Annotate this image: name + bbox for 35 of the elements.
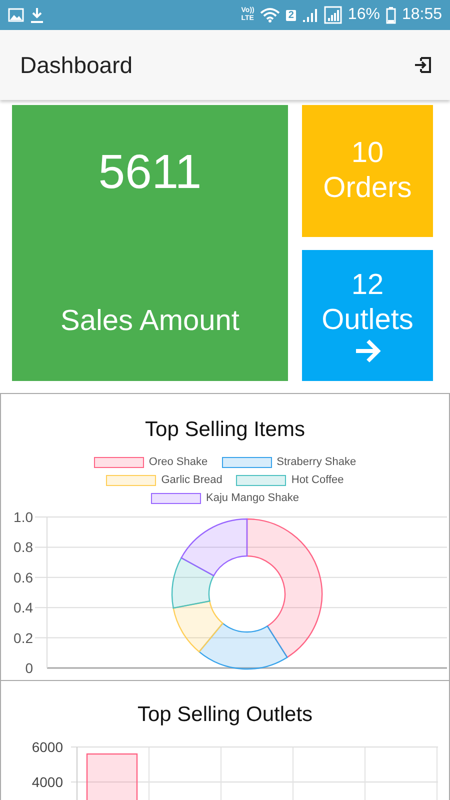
axis-label: 6000 bbox=[32, 739, 63, 755]
stat-tile[interactable]: 12 Outlets bbox=[302, 250, 433, 381]
signal-icon bbox=[324, 6, 342, 24]
battery-icon bbox=[386, 6, 396, 24]
image-icon bbox=[8, 8, 24, 22]
stat-label: Outlets bbox=[322, 302, 414, 338]
axis-label: 4000 bbox=[32, 774, 63, 790]
clock: 18:55 bbox=[402, 6, 442, 24]
bar bbox=[86, 753, 138, 800]
legend-label: Garlic Bread bbox=[161, 474, 222, 486]
arrow-right-icon bbox=[354, 338, 382, 364]
legend-label: Oreo Shake bbox=[148, 456, 208, 468]
axis-label: 0.4 bbox=[14, 600, 33, 616]
wifi-icon bbox=[260, 7, 280, 23]
sim-badge: 2 bbox=[286, 10, 296, 20]
legend-label: Kaju Mango Shake bbox=[206, 492, 299, 504]
battery-percent: 16% bbox=[348, 6, 380, 24]
logout-icon bbox=[414, 56, 432, 74]
page-title: Dashboard bbox=[20, 52, 133, 78]
chart-title: Top Selling Items bbox=[144, 418, 306, 442]
axis-label: 0.2 bbox=[14, 630, 33, 646]
axis-label: 1.0 bbox=[14, 510, 33, 525]
axis-label: 0 bbox=[25, 660, 33, 676]
axis-label: 0.6 bbox=[14, 569, 33, 586]
stat-value: 5611 bbox=[98, 145, 202, 201]
stat-label: Sales Amount bbox=[60, 304, 240, 339]
axis-label: 0.8 bbox=[14, 539, 33, 556]
download-icon bbox=[30, 7, 44, 23]
signal-icon bbox=[302, 7, 318, 23]
chart-title: Top Selling Outlets bbox=[136, 703, 314, 727]
stat-value: 10 bbox=[351, 136, 384, 171]
legend-label: Hot Coffee bbox=[291, 474, 344, 486]
stat-value: 12 bbox=[351, 268, 384, 302]
stat-label: Orders bbox=[323, 171, 412, 206]
legend-label: Straberry Shake bbox=[276, 456, 356, 468]
